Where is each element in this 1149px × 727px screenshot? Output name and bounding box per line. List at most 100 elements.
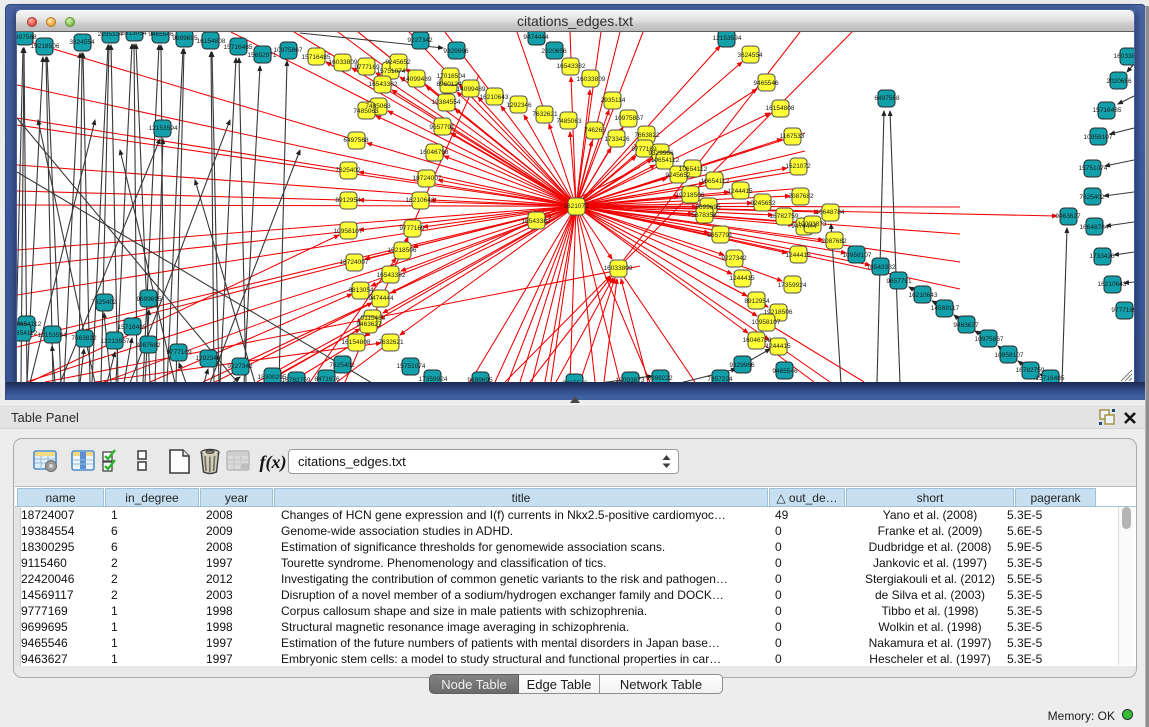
svg-text:9227342: 9227342 xyxy=(227,363,253,370)
svg-text:18724007: 18724007 xyxy=(413,175,442,182)
svg-text:7625402: 7625402 xyxy=(1079,194,1105,201)
svg-text:16543382: 16543382 xyxy=(377,272,406,279)
svg-text:10654112: 10654112 xyxy=(651,157,680,164)
svg-text:15716485: 15716485 xyxy=(1093,107,1122,114)
svg-text:3624554: 3624554 xyxy=(69,39,95,46)
svg-text:1621072: 1621072 xyxy=(785,163,811,170)
svg-text:1621072: 1621072 xyxy=(563,203,589,210)
svg-text:19218506: 19218506 xyxy=(388,247,417,254)
svg-text:16648784: 16648784 xyxy=(816,209,845,216)
svg-text:16154808: 16154808 xyxy=(342,339,371,346)
svg-text:1244415: 1244415 xyxy=(765,343,791,350)
svg-text:f​(x): f​(x) xyxy=(260,452,287,473)
svg-text:15751074: 15751074 xyxy=(1079,165,1108,172)
svg-text:10958107: 10958107 xyxy=(1084,134,1113,141)
svg-text:12153594: 12153594 xyxy=(38,332,67,339)
svg-text:10958107: 10958107 xyxy=(752,319,781,326)
svg-text:1244415: 1244415 xyxy=(729,275,755,282)
svg-text:9777169: 9777169 xyxy=(399,225,425,232)
svg-text:17359924: 17359924 xyxy=(778,282,807,289)
svg-text:2087682: 2087682 xyxy=(788,193,814,200)
svg-text:8471676: 8471676 xyxy=(314,376,340,382)
svg-text:1292346: 1292346 xyxy=(195,355,221,362)
svg-text:15751074: 15751074 xyxy=(377,68,406,75)
svg-text:14099489: 14099489 xyxy=(457,86,486,93)
svg-text:9463627: 9463627 xyxy=(1055,213,1081,220)
svg-text:12093873: 12093873 xyxy=(798,221,827,228)
svg-text:14099489: 14099489 xyxy=(403,76,432,83)
svg-text:15716485: 15716485 xyxy=(1036,375,1065,382)
svg-text:14569117: 14569117 xyxy=(931,305,960,312)
svg-text:7632621: 7632621 xyxy=(532,111,558,118)
svg-text:16782759: 16782759 xyxy=(1016,367,1045,374)
svg-text:16154808: 16154808 xyxy=(197,38,226,45)
svg-text:16210643: 16210643 xyxy=(909,292,938,299)
svg-text:1244415: 1244415 xyxy=(727,188,753,195)
svg-text:16210643: 16210643 xyxy=(406,197,435,204)
svg-text:7663822: 7663822 xyxy=(71,335,97,342)
svg-text:7857224: 7857224 xyxy=(707,376,733,382)
svg-text:12153594: 12153594 xyxy=(713,35,742,42)
svg-text:10958107: 10958107 xyxy=(334,228,363,235)
svg-text:16033809: 16033809 xyxy=(577,76,606,83)
svg-text:9463627: 9463627 xyxy=(953,322,979,329)
svg-text:9777169: 9777169 xyxy=(166,349,192,356)
svg-text:16210643: 16210643 xyxy=(480,94,509,101)
svg-text:7632621: 7632621 xyxy=(378,339,404,346)
svg-text:2020656: 2020656 xyxy=(1106,78,1132,85)
svg-text:12153594: 12153594 xyxy=(149,125,178,132)
svg-text:2087682: 2087682 xyxy=(135,342,161,349)
svg-text:9329966: 9329966 xyxy=(648,150,674,157)
svg-text:1733426: 1733426 xyxy=(1089,253,1115,260)
svg-text:15716485: 15716485 xyxy=(302,54,331,61)
svg-text:9657791: 9657791 xyxy=(886,278,912,285)
svg-text:7625402: 7625402 xyxy=(329,362,355,369)
svg-text:2935114: 2935114 xyxy=(601,97,626,104)
svg-text:6497568: 6497568 xyxy=(874,95,900,102)
svg-text:16154808: 16154808 xyxy=(766,105,795,112)
svg-text:9699695: 9699695 xyxy=(172,35,198,42)
svg-text:1733426: 1733426 xyxy=(604,136,630,143)
svg-text:7625402: 7625402 xyxy=(335,167,361,174)
svg-text:10975867: 10975867 xyxy=(975,336,1004,343)
svg-text:9657791: 9657791 xyxy=(429,124,455,131)
svg-text:16033809: 16033809 xyxy=(1114,53,1134,60)
svg-text:17016504: 17016504 xyxy=(437,73,466,80)
svg-text:9465546: 9465546 xyxy=(772,368,798,375)
svg-text:10958107: 10958107 xyxy=(995,352,1024,359)
svg-text:10958107: 10958107 xyxy=(843,252,872,259)
svg-text:8813054: 8813054 xyxy=(121,32,147,37)
svg-text:1167533: 1167533 xyxy=(780,133,805,140)
svg-text:9227342: 9227342 xyxy=(407,37,433,44)
svg-text:15716485: 15716485 xyxy=(118,324,147,331)
svg-text:9329966: 9329966 xyxy=(729,362,755,369)
svg-text:7625402: 7625402 xyxy=(91,299,117,306)
svg-text:18724007: 18724007 xyxy=(340,259,369,266)
svg-text:16543382: 16543382 xyxy=(369,81,398,88)
svg-text:16782759: 16782759 xyxy=(770,213,799,220)
svg-text:10975867: 10975867 xyxy=(615,115,644,122)
svg-text:15716485: 15716485 xyxy=(224,44,253,51)
svg-text:16543382: 16543382 xyxy=(867,264,896,271)
svg-text:9777169: 9777169 xyxy=(1111,307,1134,314)
svg-text:5678352: 5678352 xyxy=(691,212,717,219)
svg-text:9463627: 9463627 xyxy=(356,321,382,328)
svg-text:16046798: 16046798 xyxy=(420,149,449,156)
svg-text:15751074: 15751074 xyxy=(397,363,426,370)
svg-text:16543382: 16543382 xyxy=(557,63,586,70)
svg-text:10975867: 10975867 xyxy=(274,47,303,54)
svg-text:16033809: 16033809 xyxy=(604,265,633,272)
svg-text:16210643: 16210643 xyxy=(1098,281,1127,288)
svg-text:1244415: 1244415 xyxy=(785,252,811,259)
svg-text:7485063: 7485063 xyxy=(556,118,582,125)
svg-text:9699695: 9699695 xyxy=(695,204,721,211)
svg-text:2935114: 2935114 xyxy=(98,32,123,38)
svg-text:9465546: 9465546 xyxy=(753,80,779,87)
svg-text:15692971: 15692971 xyxy=(248,52,277,59)
svg-text:10654112: 10654112 xyxy=(701,178,730,185)
svg-text:18300295: 18300295 xyxy=(258,374,287,381)
svg-text:5698222: 5698222 xyxy=(647,375,673,382)
svg-text:9245652: 9245652 xyxy=(665,172,691,179)
svg-text:12093873: 12093873 xyxy=(616,377,645,382)
svg-text:12213967: 12213967 xyxy=(101,338,130,345)
